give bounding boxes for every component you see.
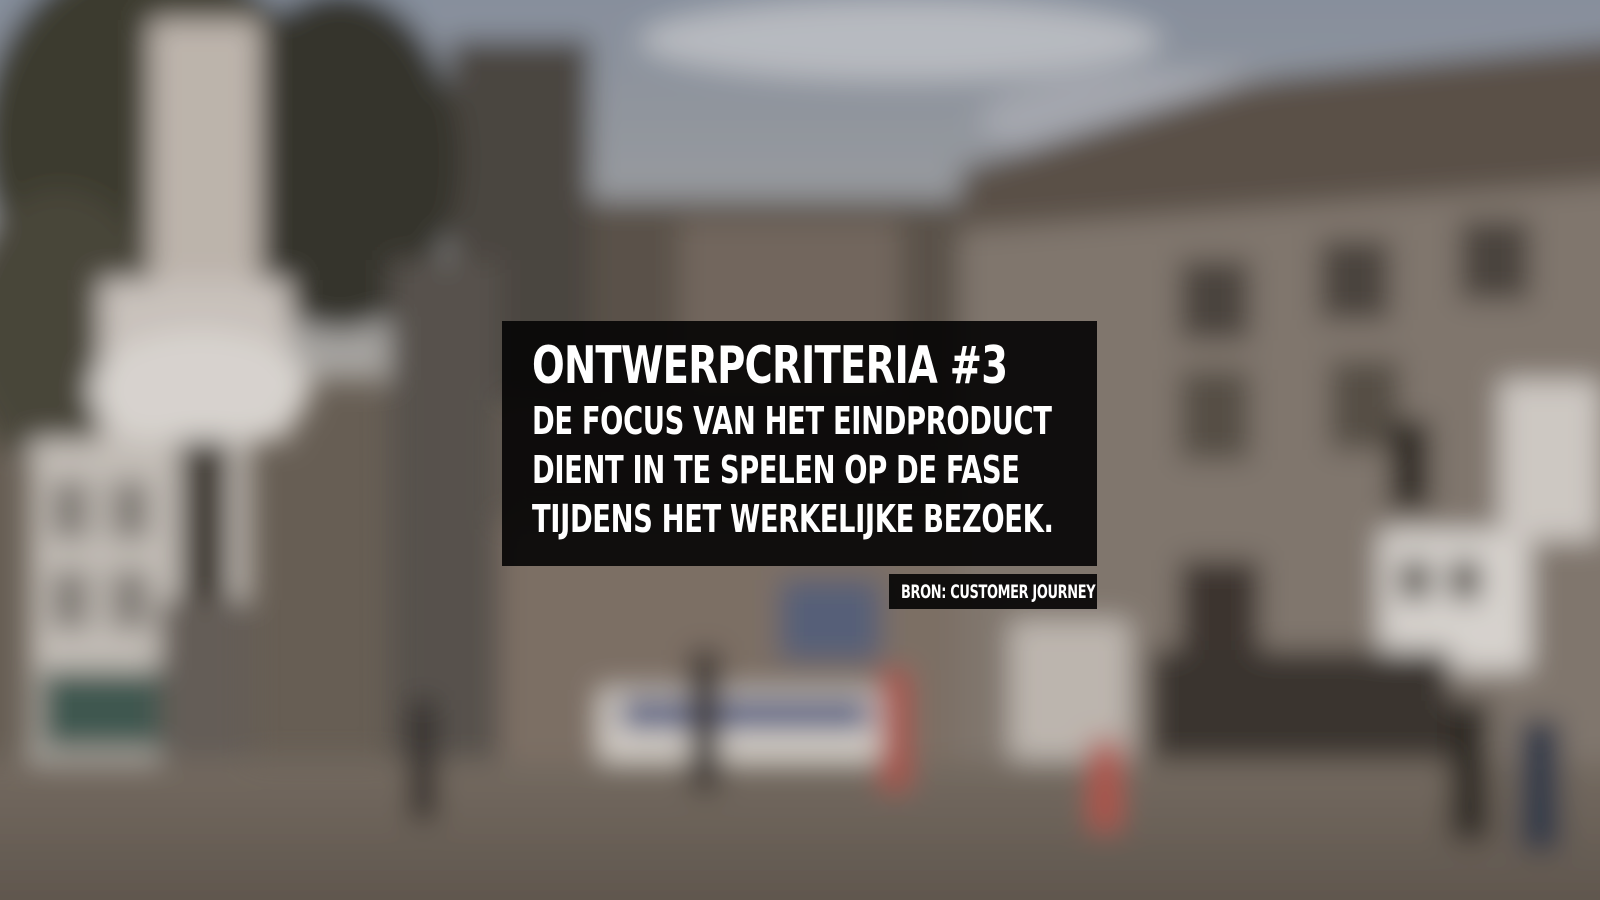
- source-badge: BRON: CUSTOMER JOURNEY: [889, 574, 1097, 609]
- criteria-card: ONTWERPCRITERIA #3 DE FOCUS VAN HET EIND…: [502, 321, 1097, 566]
- criteria-title: ONTWERPCRITERIA #3: [532, 336, 1008, 396]
- slide: ONTWERPCRITERIA #3 DE FOCUS VAN HET EIND…: [0, 0, 1600, 900]
- criteria-line-3: TIJDENS HET WERKELIJKE BEZOEK.: [532, 497, 1054, 541]
- criteria-line-2: DIENT IN TE SPELEN OP DE FASE: [532, 448, 1020, 492]
- criteria-line-1: DE FOCUS VAN HET EINDPRODUCT: [532, 399, 1052, 443]
- source-label: BRON: CUSTOMER JOURNEY: [901, 580, 1096, 603]
